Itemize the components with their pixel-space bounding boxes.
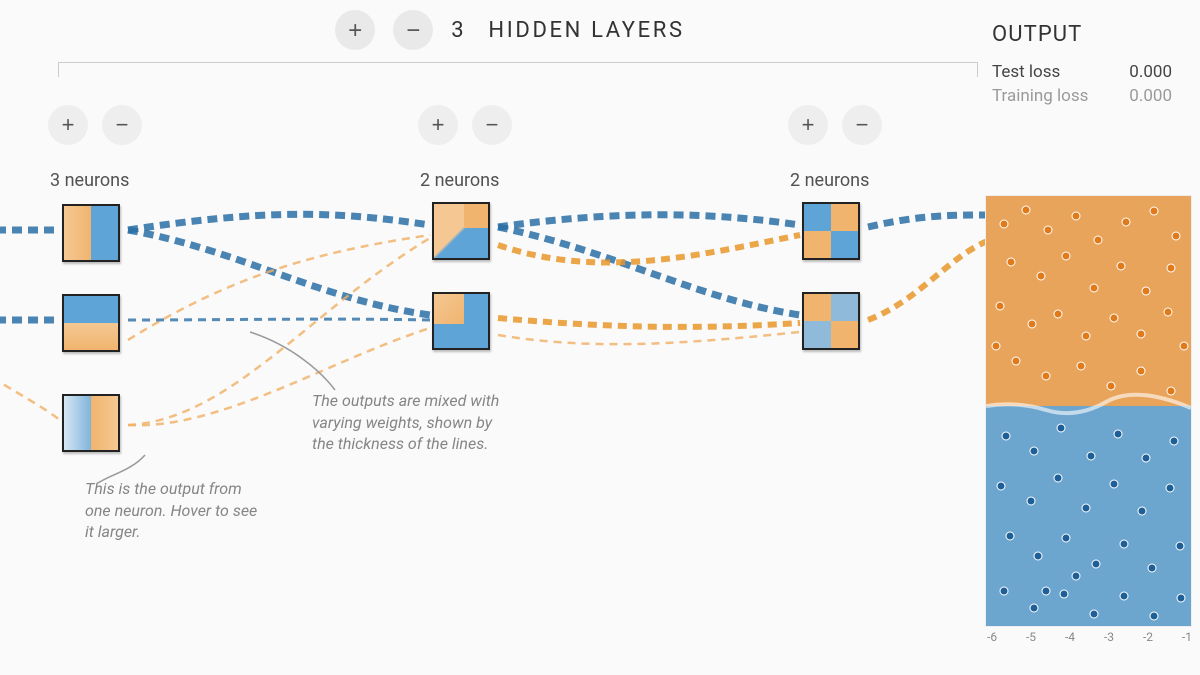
neuron-3-2[interactable] <box>802 292 860 350</box>
add-layer-button[interactable]: + <box>335 10 375 50</box>
weights-annotation: The outputs are mixed with varying weigh… <box>312 390 502 455</box>
neuron-swatch <box>804 294 858 348</box>
col1-neuron-count: 3 neurons <box>50 170 129 191</box>
hidden-layers-label: 3 HIDDEN LAYERS <box>451 18 684 43</box>
hidden-layers-text: HIDDEN LAYERS <box>488 18 684 43</box>
tick: -5 <box>1026 630 1036 644</box>
training-loss-value: 0.000 <box>1129 86 1172 106</box>
neuron-1-2[interactable] <box>62 294 120 352</box>
neuron-2-2[interactable] <box>432 292 490 350</box>
neuron-1-3[interactable] <box>62 394 120 452</box>
output-plot[interactable] <box>985 195 1192 627</box>
col1-add-neuron-button[interactable]: + <box>48 105 88 145</box>
output-x-axis: -6 -5 -4 -3 -2 -1 <box>987 630 1192 644</box>
tick: -6 <box>987 630 997 644</box>
col2-add-neuron-button[interactable]: + <box>418 105 458 145</box>
training-loss: Training loss 0.000 <box>992 86 1172 106</box>
neuron-3-1[interactable] <box>802 202 860 260</box>
test-loss-value: 0.000 <box>1129 62 1172 82</box>
neuron-2-1[interactable] <box>432 202 490 260</box>
tick: -3 <box>1104 630 1114 644</box>
test-loss-label: Test loss <box>992 62 1060 82</box>
training-loss-label: Training loss <box>992 86 1088 106</box>
col3-neuron-count: 2 neurons <box>790 170 869 191</box>
col1-remove-neuron-button[interactable]: − <box>102 105 142 145</box>
tick: -2 <box>1143 630 1153 644</box>
neuron-swatch <box>434 204 488 258</box>
neuron-annotation: This is the output from one neuron. Hove… <box>85 478 265 543</box>
neuron-swatch <box>434 294 488 348</box>
tick: -4 <box>1065 630 1075 644</box>
header-bracket <box>58 62 978 77</box>
col2-neuron-count: 2 neurons <box>420 170 499 191</box>
col3-remove-neuron-button[interactable]: − <box>842 105 882 145</box>
neuron-swatch <box>64 206 118 260</box>
output-title: OUTPUT <box>992 22 1172 47</box>
neuron-swatch <box>64 296 118 350</box>
test-loss: Test loss 0.000 <box>992 62 1172 82</box>
remove-layer-button[interactable]: − <box>393 10 433 50</box>
col3-add-neuron-button[interactable]: + <box>788 105 828 145</box>
neuron-swatch <box>64 396 118 450</box>
hidden-layers-count: 3 <box>451 18 466 43</box>
col2-remove-neuron-button[interactable]: − <box>472 105 512 145</box>
tick: -1 <box>1182 630 1192 644</box>
neuron-1-1[interactable] <box>62 204 120 262</box>
neuron-swatch <box>804 204 858 258</box>
